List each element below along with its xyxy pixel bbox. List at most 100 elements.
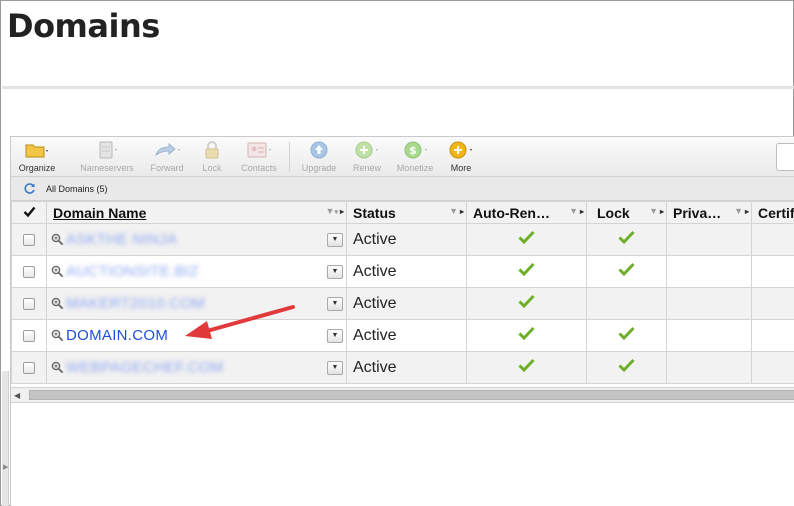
row-actions-dropdown[interactable]: ▼ xyxy=(327,329,343,343)
chevron-down-icon: ▼ xyxy=(331,332,339,339)
row-actions-dropdown[interactable]: ▼ xyxy=(327,233,343,247)
chevron-down-icon: ▼ xyxy=(331,300,339,307)
table-header-row: Domain Name ▼▾ ▸ Status ▼ ▸ Auto-Ren… ▼ ▸ L… xyxy=(11,201,794,224)
green-check-icon xyxy=(618,358,635,376)
domains-table: Domain Name ▼▾ ▸ Status ▼ ▸ Auto-Ren… ▼ ▸ L… xyxy=(11,201,794,384)
domain-link[interactable]: WEBPAGECHEF.COM xyxy=(66,359,224,376)
horizontal-scrollbar[interactable]: ◀ xyxy=(11,387,794,403)
row-checkbox-cell[interactable] xyxy=(11,223,47,256)
checkmark-icon xyxy=(23,206,35,217)
renew-plus-icon xyxy=(352,141,382,159)
certificate-cell xyxy=(751,255,794,288)
status-cell: Active xyxy=(346,255,467,288)
renew-button[interactable]: Renew xyxy=(347,141,387,175)
certificate-cell xyxy=(751,223,794,256)
domain-link[interactable]: MAKERT2010.COM xyxy=(66,295,205,312)
filter-icon[interactable]: ▼▾ ▸ xyxy=(326,206,344,216)
row-checkbox[interactable] xyxy=(23,265,35,278)
dollar-coin-icon: $ xyxy=(400,141,430,159)
window-frame: Domains ▶ Organize Nameservers Forward L… xyxy=(0,0,794,506)
row-checkbox-cell[interactable] xyxy=(11,351,47,384)
lock-cell xyxy=(586,255,667,288)
domain-link[interactable]: ASKTHE NINJA xyxy=(66,231,177,248)
auto-renew-cell xyxy=(466,287,587,320)
forward-arrow-icon xyxy=(152,141,182,159)
row-checkbox[interactable] xyxy=(23,233,35,246)
filter-icon[interactable]: ▼ ▸ xyxy=(649,206,664,216)
nameservers-button[interactable]: Nameservers xyxy=(77,141,137,175)
table-row[interactable]: ASKTHE NINJA ▼ Active xyxy=(11,223,794,256)
search-box[interactable] xyxy=(776,143,794,171)
side-panel-collapse-handle[interactable]: ▶ xyxy=(2,371,9,506)
green-check-icon xyxy=(518,230,535,248)
privacy-cell xyxy=(666,287,752,320)
lock-cell xyxy=(586,223,667,256)
svg-text:$: $ xyxy=(409,144,417,157)
organize-button[interactable]: Organize xyxy=(15,141,59,175)
plus-circle-icon xyxy=(446,141,476,159)
row-checkbox-cell[interactable] xyxy=(11,287,47,320)
refresh-icon[interactable] xyxy=(23,182,36,197)
column-header-status[interactable]: Status ▼ ▸ xyxy=(346,201,467,224)
forward-button[interactable]: Forward xyxy=(147,141,187,175)
domain-manager: Organize Nameservers Forward Lock Contac… xyxy=(10,136,794,506)
contacts-button[interactable]: Contacts xyxy=(237,141,281,175)
expand-arrow-icon[interactable]: ▶ xyxy=(3,463,8,471)
scrollbar-thumb[interactable] xyxy=(29,390,794,400)
monetize-button[interactable]: $ Monetize xyxy=(393,141,437,175)
table-row[interactable]: AUCTIONSITE.BIZ ▼ Active xyxy=(11,255,794,288)
green-check-icon xyxy=(518,326,535,344)
domain-name-cell: DOMAIN.COM ▼ xyxy=(46,319,347,352)
column-header-domain-name[interactable]: Domain Name ▼▾ ▸ xyxy=(46,201,347,224)
status-cell: Active xyxy=(346,351,467,384)
select-all-checkbox[interactable] xyxy=(11,201,47,224)
privacy-cell xyxy=(666,319,752,352)
row-checkbox[interactable] xyxy=(23,329,35,342)
auto-renew-cell xyxy=(466,319,587,352)
privacy-cell xyxy=(666,223,752,256)
upgrade-button[interactable]: Upgrade xyxy=(299,141,339,175)
table-row[interactable]: WEBPAGECHEF.COM ▼ Active xyxy=(11,351,794,384)
filter-icon[interactable]: ▼ ▸ xyxy=(734,206,749,216)
magnifier-icon[interactable] xyxy=(51,265,64,283)
page-title: Domains xyxy=(7,7,160,45)
filter-icon[interactable]: ▼ ▸ xyxy=(449,206,464,216)
magnifier-icon[interactable] xyxy=(51,233,64,251)
magnifier-icon[interactable] xyxy=(51,361,64,379)
certificate-cell xyxy=(751,319,794,352)
green-check-icon xyxy=(618,230,635,248)
filter-icon[interactable]: ▼ ▸ xyxy=(569,206,584,216)
column-header-lock[interactable]: Lock ▼ ▸ xyxy=(586,201,667,224)
breadcrumb-bar: All Domains (5) xyxy=(11,177,794,201)
chevron-down-icon: ▼ xyxy=(331,364,339,371)
more-button[interactable]: More xyxy=(443,141,479,175)
row-actions-dropdown[interactable]: ▼ xyxy=(327,265,343,279)
row-checkbox[interactable] xyxy=(23,297,35,310)
lock-button[interactable]: Lock xyxy=(197,141,227,175)
green-check-icon xyxy=(518,294,535,312)
scroll-left-arrow-icon[interactable]: ◀ xyxy=(14,391,20,400)
magnifier-icon[interactable] xyxy=(51,329,64,347)
column-header-privacy[interactable]: Priva… ▼ ▸ xyxy=(666,201,752,224)
row-checkbox[interactable] xyxy=(23,361,35,374)
privacy-cell xyxy=(666,255,752,288)
domain-link[interactable]: AUCTIONSITE.BIZ xyxy=(66,263,199,280)
domain-name-cell: AUCTIONSITE.BIZ ▼ xyxy=(46,255,347,288)
auto-renew-cell xyxy=(466,223,587,256)
row-actions-dropdown[interactable]: ▼ xyxy=(327,361,343,375)
domain-name-cell: ASKTHE NINJA ▼ xyxy=(46,223,347,256)
status-cell: Active xyxy=(346,223,467,256)
domain-link[interactable]: DOMAIN.COM xyxy=(66,327,168,344)
chevron-down-icon: ▼ xyxy=(331,268,339,275)
column-header-certificate[interactable]: Certif xyxy=(751,201,794,224)
magnifier-icon[interactable] xyxy=(51,297,64,315)
table-row[interactable]: MAKERT2010.COM ▼ Active xyxy=(11,287,794,320)
column-header-auto-renew[interactable]: Auto-Ren… ▼ ▸ xyxy=(466,201,587,224)
breadcrumb[interactable]: All Domains (5) xyxy=(46,184,108,194)
row-actions-dropdown[interactable]: ▼ xyxy=(327,297,343,311)
row-checkbox-cell[interactable] xyxy=(11,255,47,288)
row-checkbox-cell[interactable] xyxy=(11,319,47,352)
green-check-icon xyxy=(518,262,535,280)
padlock-icon xyxy=(202,141,222,159)
table-row[interactable]: DOMAIN.COM ▼ Active xyxy=(11,319,794,352)
